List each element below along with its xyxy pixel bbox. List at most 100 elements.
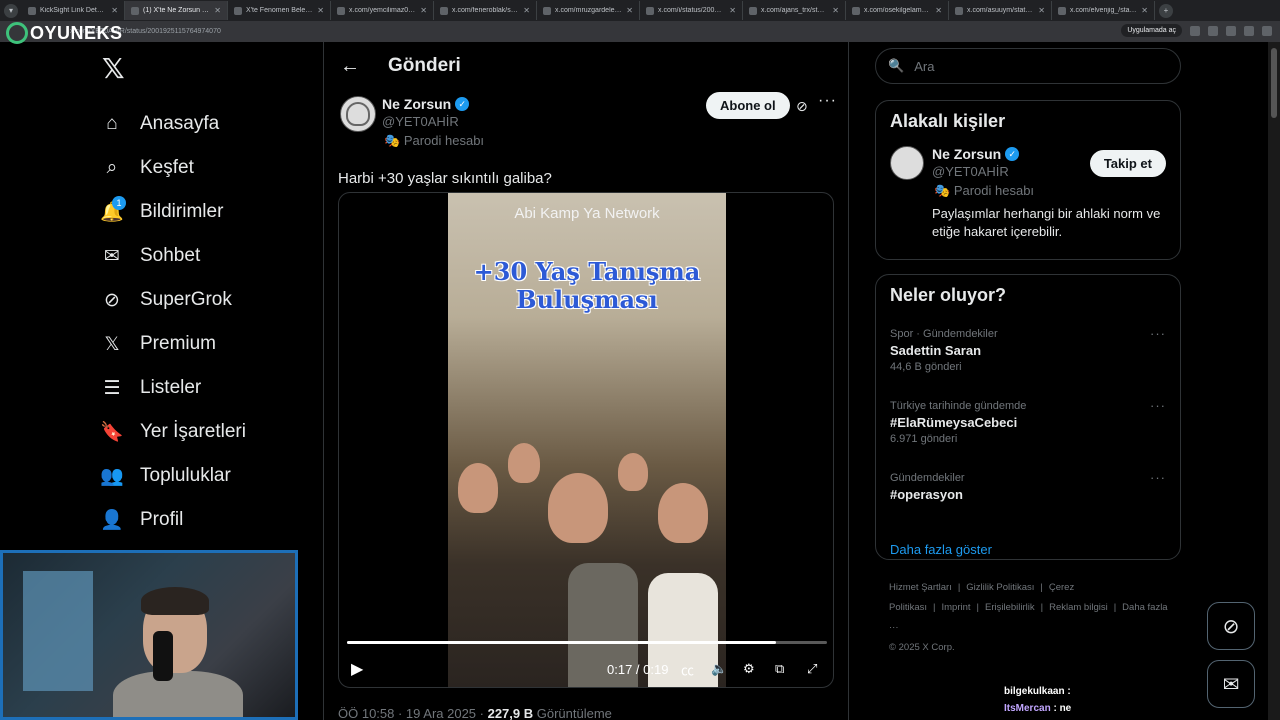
- grok-icon: ⊘: [104, 289, 120, 311]
- trend-item[interactable]: Spor · Gündemdekiler Sadettin Saran 44,6 B…: [876, 320, 1180, 392]
- page-title: Gönderi: [388, 55, 461, 76]
- show-more-link[interactable]: Daha fazla göster: [876, 542, 1180, 557]
- new-tab-icon[interactable]: +: [1159, 3, 1173, 18]
- menu-icon[interactable]: [1262, 25, 1272, 36]
- trend-context: Spor · Gündemdekiler: [890, 328, 998, 340]
- follow-button[interactable]: Takip et: [1089, 150, 1166, 177]
- zoom-icon[interactable]: [1190, 25, 1200, 36]
- video-progress-fill: [347, 641, 777, 644]
- tab-close-icon[interactable]: ✕: [729, 6, 736, 15]
- tab-close-icon[interactable]: ✕: [420, 6, 427, 15]
- nav-item[interactable]: 🔖 Yer İşaretleri: [100, 410, 310, 454]
- related-name[interactable]: Ne Zorsun: [932, 146, 1001, 162]
- footer-link[interactable]: Hizmet Şartları: [889, 582, 952, 593]
- back-arrow-icon[interactable]: ←: [340, 55, 388, 78]
- related-people-title: Alakalı kişiler: [890, 111, 1006, 131]
- browser-tab[interactable]: x.com/i/status/20030090 ✕: [640, 1, 743, 20]
- search-input[interactable]: 🔍 Ara: [875, 48, 1181, 84]
- trend-item[interactable]: Gündemdekiler #operasyon ···: [876, 464, 1180, 536]
- address-bar[interactable]: x.com/YET0AHIR/status/200192511576497407…: [0, 21, 1280, 42]
- pip-icon[interactable]: ⧉: [775, 661, 784, 677]
- footer-link[interactable]: Reklam bilgisi: [1049, 602, 1108, 613]
- footer-link[interactable]: Erişilebilirlik: [985, 602, 1035, 613]
- related-avatar[interactable]: [890, 146, 924, 180]
- trend-more-icon[interactable]: ···: [1150, 326, 1166, 341]
- video-player[interactable]: Abi Kamp Ya Network +30 Yaş Tanışma Bulu…: [338, 192, 834, 688]
- subscribe-button[interactable]: Abone ol: [706, 92, 790, 119]
- trend-more-icon[interactable]: ···: [1150, 398, 1166, 413]
- nav-item[interactable]: ☰ Listeler: [100, 366, 310, 410]
- browser-tab[interactable]: x.com/yemcilimaz07/stat ✕: [331, 1, 434, 20]
- profile-icon[interactable]: [1244, 25, 1254, 36]
- open-in-app-pill[interactable]: Uygulamada aç: [1121, 24, 1182, 37]
- tab-close-icon[interactable]: ✕: [1038, 6, 1045, 15]
- trend-more-icon[interactable]: ···: [1150, 470, 1166, 485]
- post-meta: ÖÖ 10:58 · 19 Ara 2025 · 227,9 B Görüntü…: [338, 706, 612, 720]
- extensions-icon[interactable]: [1226, 25, 1236, 36]
- tab-close-icon[interactable]: ✕: [214, 6, 221, 15]
- video-progress-bar[interactable]: [347, 641, 827, 644]
- tab-close-icon[interactable]: ✕: [1141, 6, 1148, 15]
- tab-close-icon[interactable]: ✕: [832, 6, 839, 15]
- scrollbar-thumb[interactable]: [1271, 48, 1277, 118]
- trend-name[interactable]: #operasyon: [890, 487, 1166, 502]
- star-icon[interactable]: [1208, 25, 1218, 36]
- video-frame[interactable]: Abi Kamp Ya Network +30 Yaş Tanışma Bulu…: [448, 193, 726, 687]
- trends-card: Neler oluyor? Spor · Gündemdekiler Sadett…: [875, 274, 1181, 560]
- author-name[interactable]: Ne Zorsun: [382, 96, 451, 112]
- x-logo-icon[interactable]: 𝕏: [100, 52, 310, 88]
- browser-tab[interactable]: x.com/osekilgelamaz/sta ✕: [846, 1, 949, 20]
- messages-fab-icon[interactable]: ✉: [1207, 660, 1255, 708]
- browser-tab[interactable]: KickSight Link Detector ✕: [22, 1, 125, 20]
- tab-close-icon[interactable]: ✕: [111, 6, 118, 15]
- related-person[interactable]: Ne Zorsun ✓ @YET0AHİR 🎭 Parodi hesabı Pa…: [876, 132, 1180, 255]
- browser-tab[interactable]: x.com/mruzgardelen/stat ✕: [537, 1, 640, 20]
- trend-count: 6.971 gönderi: [890, 433, 958, 445]
- author-avatar[interactable]: [340, 96, 376, 132]
- browser-tab[interactable]: x.com/elvenjig_/status/20 ✕: [1052, 1, 1155, 20]
- play-icon[interactable]: ▶: [351, 659, 363, 679]
- tab-close-icon[interactable]: ✕: [317, 6, 324, 15]
- more-options-icon[interactable]: ···: [818, 92, 837, 110]
- chat-username: ItsMercan: [1004, 703, 1051, 714]
- browser-tab[interactable]: x.com/ajans_trx/status/2 ✕: [743, 1, 846, 20]
- fullscreen-icon[interactable]: ⤢: [807, 661, 817, 677]
- page-scrollbar[interactable]: [1268, 42, 1280, 720]
- person-icon: 👤: [100, 510, 124, 531]
- tab-search-icon[interactable]: ▾: [4, 3, 18, 18]
- grok-icon[interactable]: ⊘: [796, 98, 808, 115]
- tab-close-icon[interactable]: ✕: [523, 6, 530, 15]
- grok-fab-icon[interactable]: ⊘: [1207, 602, 1255, 650]
- home-icon: ⌂: [106, 113, 118, 134]
- browser-tab[interactable]: X'te Fenomen Belediye Ba ✕: [228, 1, 331, 20]
- nav-item[interactable]: ✉ Sohbet: [100, 234, 310, 278]
- nav-item[interactable]: 🔔 Bildirimler 1: [100, 190, 310, 234]
- tab-close-icon[interactable]: ✕: [626, 6, 633, 15]
- volume-icon[interactable]: 🔈: [711, 661, 727, 677]
- nav-item[interactable]: 👤 Profil: [100, 498, 310, 542]
- footer-link[interactable]: © 2025 X Corp.: [889, 642, 955, 653]
- settings-icon[interactable]: ⚙: [743, 661, 755, 677]
- video-crowd-scene: [448, 433, 726, 687]
- tab-close-icon[interactable]: ✕: [935, 6, 942, 15]
- nav-item[interactable]: 👥 Topluluklar: [100, 454, 310, 498]
- author-name-row[interactable]: Ne Zorsun ✓: [382, 96, 484, 112]
- overlay-logo-text: OYUNEKS: [30, 22, 123, 43]
- post-timestamp[interactable]: ÖÖ 10:58 · 19 Ara 2025 ·: [338, 706, 488, 720]
- nav-item[interactable]: ⌕ Keşfet: [100, 146, 310, 190]
- browser-tab[interactable]: (1) X'te Ne Zorsun "Harbi ✕: [125, 1, 228, 20]
- footer-link[interactable]: Gizlilik Politikası: [966, 582, 1034, 593]
- trend-item[interactable]: Türkiye tarihinde gündemde #ElaRümeysaCeb…: [876, 392, 1180, 464]
- browser-tab[interactable]: x.com/feneroblak/status ✕: [434, 1, 537, 20]
- captions-icon[interactable]: ㏄: [681, 660, 694, 679]
- nav-item[interactable]: 𝕏 Premium: [100, 322, 310, 366]
- nav-item[interactable]: ⊘ SuperGrok: [100, 278, 310, 322]
- browser-tab[interactable]: x.com/asuuym/status/20 ✕: [949, 1, 1052, 20]
- tab-title: x.com/feneroblak/status: [452, 7, 520, 14]
- parody-label: 🎭 Parodi hesabı: [384, 133, 484, 149]
- nav-item[interactable]: ⌂ Anasayfa: [100, 102, 310, 146]
- footer-link[interactable]: Imprint: [941, 602, 970, 613]
- trend-name[interactable]: Sadettin Saran: [890, 343, 1166, 358]
- trend-name[interactable]: #ElaRümeysaCebeci: [890, 415, 1166, 430]
- author-handle[interactable]: @YET0AHİR: [382, 114, 484, 129]
